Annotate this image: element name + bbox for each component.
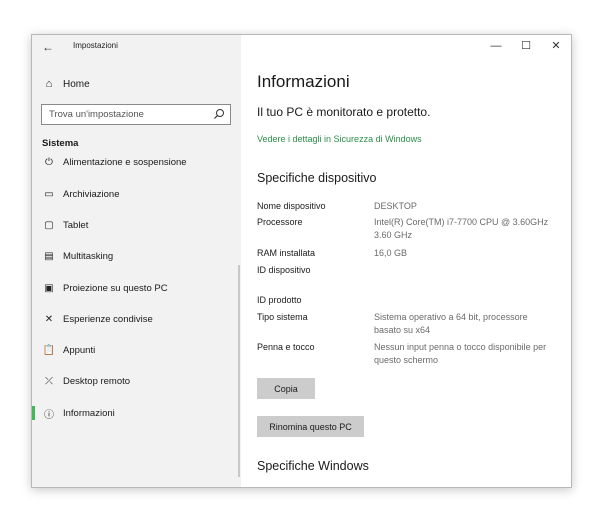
info-icon: ⓘ — [44, 409, 54, 421]
spec-value: Nessun input penna o tocco disponibile p… — [374, 342, 547, 365]
sidebar-item-tablet[interactable]: ▢ Tablet — [32, 214, 241, 236]
sidebar-scrollbar[interactable] — [238, 265, 240, 477]
sidebar-item-label: Informazioni — [63, 407, 115, 419]
sidebar-item-shared-experiences[interactable]: ✕ Esperienze condivise — [32, 308, 241, 330]
sidebar-nav-list: ⏻ Alimentazione e sospensione ▭ Archivia… — [32, 156, 241, 476]
search-box — [41, 104, 231, 125]
sidebar-item-power[interactable]: ⏻ Alimentazione e sospensione — [32, 156, 241, 173]
sidebar-item-label: Desktop remoto — [63, 375, 131, 387]
title-bar: ← Impostazioni — [32, 35, 241, 59]
main-content: Informazioni Il tuo PC è monitorato e pr… — [257, 35, 557, 487]
page-title: Informazioni — [257, 72, 350, 91]
spec-label: Penna e tocco — [257, 342, 315, 352]
rename-pc-button[interactable]: Rinomina questo PC — [257, 416, 364, 437]
sidebar-item-storage[interactable]: ▭ Archiviazione — [32, 183, 241, 205]
sidebar-item-label: Multitasking — [63, 250, 114, 262]
search-input[interactable] — [42, 105, 210, 124]
protection-status: Il tuo PC è monitorato e protetto. — [257, 105, 431, 119]
sidebar-item-multitasking[interactable]: ▤ Multitasking — [32, 245, 241, 267]
app-title: Impostazioni — [73, 41, 118, 50]
clipboard-icon: 📋 — [42, 344, 56, 356]
remote-desktop-icon: ⤫ — [45, 375, 53, 387]
sidebar-item-label: Archiviazione — [63, 188, 120, 200]
multitasking-icon: ▤ — [44, 250, 54, 262]
power-icon: ⏻ — [45, 156, 53, 168]
sidebar-item-label: Alimentazione e sospensione — [63, 156, 187, 168]
sidebar-item-remote-desktop[interactable]: ⤫ Desktop remoto — [32, 370, 241, 392]
sidebar-item-home[interactable]: ⌂ Home — [32, 73, 241, 95]
section-heading: Sistema — [42, 138, 79, 149]
sidebar-item-projection[interactable]: ▣ Proiezione su questo PC — [32, 277, 241, 299]
back-arrow-icon[interactable]: ← — [39, 38, 57, 56]
windows-specs-heading: Specifiche Windows — [257, 459, 369, 473]
spec-label: RAM installata — [257, 248, 316, 258]
spec-label: ID prodotto — [257, 295, 302, 305]
home-icon: ⌂ — [45, 78, 53, 90]
projection-icon: ▣ — [44, 282, 54, 294]
shared-experiences-icon: ✕ — [44, 313, 54, 325]
spec-value: 16,0 GB — [374, 248, 408, 258]
spec-value: Intel(R) Core(TM) i7-7700 CPU @ 3.60GHz … — [374, 217, 549, 240]
spec-label: Processore — [257, 217, 303, 227]
storage-icon: ▭ — [44, 188, 54, 200]
device-specs-heading: Specifiche dispositivo — [257, 171, 377, 185]
spec-label: ID dispositivo — [257, 265, 311, 275]
spec-label: Nome dispositivo — [257, 201, 326, 211]
copy-button[interactable]: Copia — [257, 378, 315, 399]
spec-value: DESKTOP — [374, 201, 417, 211]
search-icon[interactable] — [213, 108, 225, 120]
sidebar: ← Impostazioni ⌂ Home Sistema ⏻ Alimenta… — [32, 35, 241, 487]
security-details-link[interactable]: Vedere i dettagli in Sicurezza di Window… — [257, 134, 422, 144]
sidebar-item-label: Appunti — [63, 344, 96, 356]
sidebar-item-info[interactable]: ⓘ Informazioni — [32, 402, 241, 424]
sidebar-item-label: Proiezione su questo PC — [63, 282, 168, 294]
spec-value: Sistema operativo a 64 bit, processore b… — [374, 312, 528, 335]
sidebar-item-label: Home — [63, 78, 90, 90]
tablet-icon: ▢ — [44, 219, 54, 231]
sidebar-item-clipboard[interactable]: 📋 Appunti — [32, 339, 241, 361]
sidebar-item-label: Tablet — [63, 219, 89, 231]
spec-label: Tipo sistema — [257, 312, 308, 322]
sidebar-item-label: Esperienze condivise — [63, 313, 153, 325]
settings-window: ← Impostazioni ⌂ Home Sistema ⏻ Alimenta… — [31, 34, 572, 488]
